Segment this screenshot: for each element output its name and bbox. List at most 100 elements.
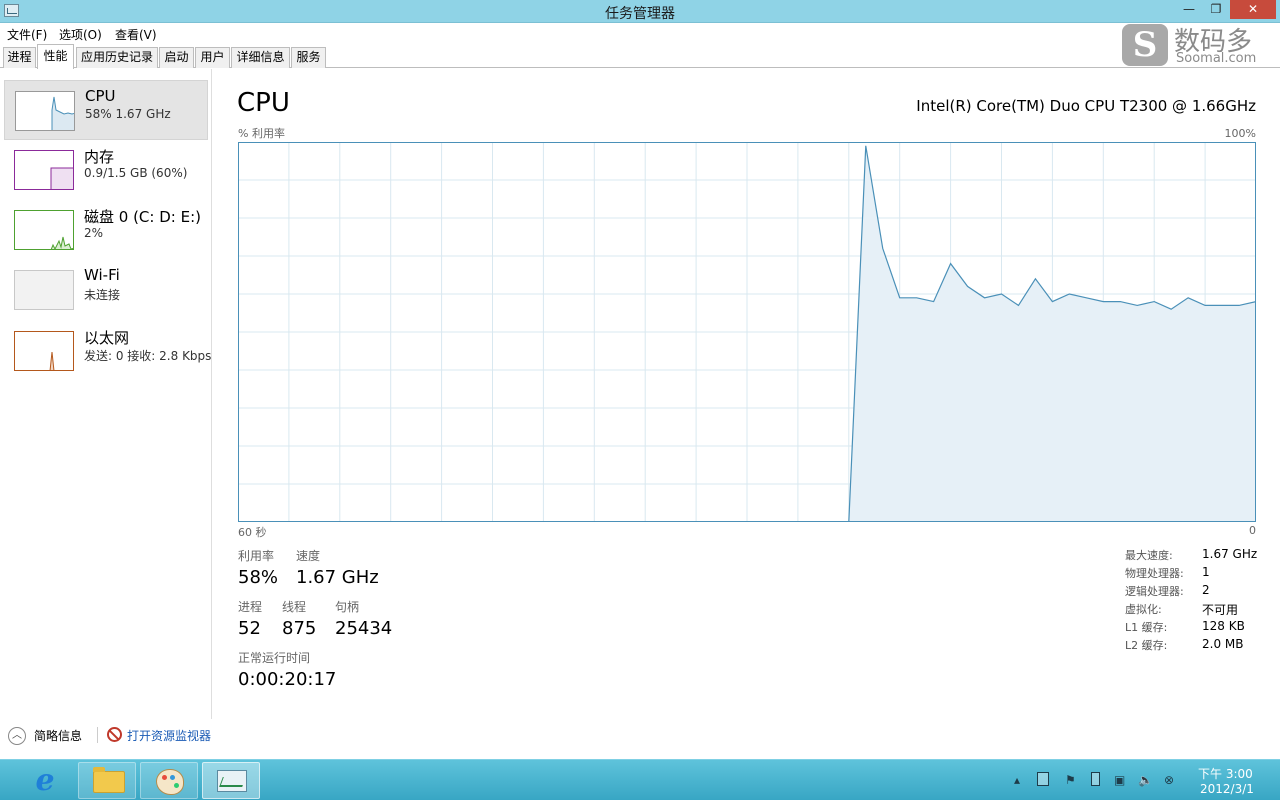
close-button[interactable]: ✕ [1230,0,1276,19]
cpu-graph-svg [237,142,1257,523]
tab-services[interactable]: 服务 [291,47,326,68]
tab-details[interactable]: 详细信息 [231,47,290,68]
sidebar-memory-name: 内存 [84,148,115,166]
battery-icon[interactable] [1091,772,1100,786]
input-method-icon[interactable]: ⊗ [1164,773,1174,787]
cpu-thumbnail-graph [15,91,75,131]
tray-device-icon[interactable] [1037,772,1049,786]
tab-users[interactable]: 用户 [195,47,230,68]
resource-sidebar: CPU 58% 1.67 GHz 内存 0.9/1.5 GB (60%) 磁盘 … [0,69,212,719]
volume-icon[interactable]: 🔈 [1138,773,1153,787]
spec-row: L1 缓存: 128 KB [1125,619,1265,637]
graph-y-label: % 利用率 [238,127,285,140]
sidebar-item-ethernet[interactable]: 以太网 发送: 0 接收: 2.8 Kbps [4,321,211,381]
sidebar-item-cpu[interactable]: CPU 58% 1.67 GHz [4,80,208,140]
footer-bar: ︿ 简略信息 打开资源监视器 [0,719,1280,759]
taskbar-explorer[interactable] [78,762,136,799]
spec-value: 2 [1202,583,1210,597]
taskbar-paint[interactable] [140,762,198,799]
sidebar-wifi-name: Wi-Fi [84,266,120,284]
sidebar-item-disk[interactable]: 磁盘 0 (C: D: E:) 2% [4,200,208,260]
maximize-button[interactable]: ❐ [1203,0,1229,19]
menu-file[interactable]: 文件(F) [7,26,47,43]
fewer-details-button[interactable]: 简略信息 [34,727,82,744]
explorer-icon [93,767,125,793]
graph-max-label: 100% [1224,127,1256,140]
taskbar-ie[interactable]: e [16,762,74,799]
spec-key: 最大速度: [1125,549,1173,562]
sidebar-cpu-name: CPU [85,87,116,105]
spec-row: 最大速度: 1.67 GHz [1125,547,1265,565]
spec-key: 逻辑处理器: [1125,585,1184,598]
chevron-up-icon[interactable]: ︿ [8,727,26,745]
speed-label: 速度 [296,549,321,563]
sidebar-cpu-sub: 58% 1.67 GHz [85,107,171,121]
watermark-text-en: Soomal.com [1176,51,1257,66]
cpu-utilization-graph [237,142,1257,523]
menu-options[interactable]: 选项(O) [59,26,102,43]
spec-key: L2 缓存: [1125,639,1168,652]
ethernet-thumbnail-graph [14,331,74,371]
menu-view[interactable]: 查看(V) [115,26,157,43]
sidebar-item-wifi[interactable]: Wi-Fi 未连接 [4,260,208,320]
tab-performance[interactable]: 性能 [37,44,74,69]
network-icon[interactable]: ▣ [1114,773,1125,787]
sidebar-wifi-sub: 未连接 [84,288,121,302]
spec-value: 1.67 GHz [1202,547,1258,561]
threads-label: 线程 [282,600,307,614]
processes-label: 进程 [238,600,263,614]
sidebar-item-memory[interactable]: 内存 0.9/1.5 GB (60%) [4,140,208,200]
taskbar: e ▴ ⚑ ▣ 🔈 ⊗ 下午 3:00 2012/3/1 [0,759,1280,800]
ie-icon: e [35,763,55,798]
spec-key: 物理处理器: [1125,567,1184,580]
sidebar-ethernet-name: 以太网 [84,329,130,347]
watermark-logo: S [1122,24,1168,66]
memory-thumbnail-graph [14,150,74,190]
clock-time[interactable]: 下午 3:00 [1198,765,1253,782]
spec-value: 1 [1202,565,1210,579]
utilization-value: 58% [238,567,279,588]
graph-time-start: 60 秒 [238,526,267,539]
tab-processes[interactable]: 进程 [3,47,36,68]
open-resource-monitor-link[interactable]: 打开资源监视器 [127,727,211,744]
processes-value: 52 [238,618,261,639]
spec-value: 2.0 MB [1202,637,1244,651]
clock-date[interactable]: 2012/3/1 [1200,782,1254,796]
menu-bar: 文件(F) 选项(O) 查看(V) [0,23,1280,44]
handles-value: 25434 [335,618,393,639]
speed-value: 1.67 GHz [296,567,379,588]
taskbar-task-manager[interactable] [202,762,260,799]
resource-monitor-icon[interactable] [107,727,122,742]
uptime-value: 0:00:20:17 [238,669,337,690]
cpu-spec-table: 最大速度: 1.67 GHz 物理处理器: 1 逻辑处理器: 2 虚拟化: 不可用 L1… [1125,547,1265,655]
spec-value: 不可用 [1202,603,1239,617]
spec-value: 128 KB [1202,619,1245,633]
spec-row: 物理处理器: 1 [1125,565,1265,583]
tab-app-history[interactable]: 应用历史记录 [76,47,158,68]
graph-time-end: 0 [1249,524,1256,537]
action-center-flag-icon[interactable]: ⚑ [1065,773,1076,787]
handles-label: 句柄 [335,600,360,614]
threads-value: 875 [282,618,317,639]
spec-row: 虚拟化: 不可用 [1125,601,1265,619]
paint-icon [156,769,184,795]
utilization-label: 利用率 [238,549,275,563]
show-hidden-icons[interactable]: ▴ [1014,773,1020,787]
cpu-model-name: Intel(R) Core(TM) Duo CPU T2300 @ 1.66GH… [916,97,1256,115]
page-title: CPU [237,88,290,118]
sidebar-disk-name: 磁盘 0 (C: D: E:) [84,208,201,226]
window-title: 任务管理器 [605,6,675,22]
spec-row: L2 缓存: 2.0 MB [1125,637,1265,655]
tab-strip: 进程 性能 应用历史记录 启动 用户 详细信息 服务 [0,44,1280,69]
task-manager-icon [217,770,247,792]
spec-key: 虚拟化: [1125,603,1162,616]
minimize-button[interactable]: — [1176,0,1202,19]
tab-startup[interactable]: 启动 [159,47,194,68]
disk-thumbnail-graph [14,210,74,250]
uptime-label: 正常运行时间 [238,651,311,665]
spec-row: 逻辑处理器: 2 [1125,583,1265,601]
title-bar: 任务管理器 — ❐ ✕ [0,0,1280,23]
spec-key: L1 缓存: [1125,621,1168,634]
wifi-thumbnail-graph [14,270,74,310]
sidebar-memory-sub: 0.9/1.5 GB (60%) [84,166,188,180]
